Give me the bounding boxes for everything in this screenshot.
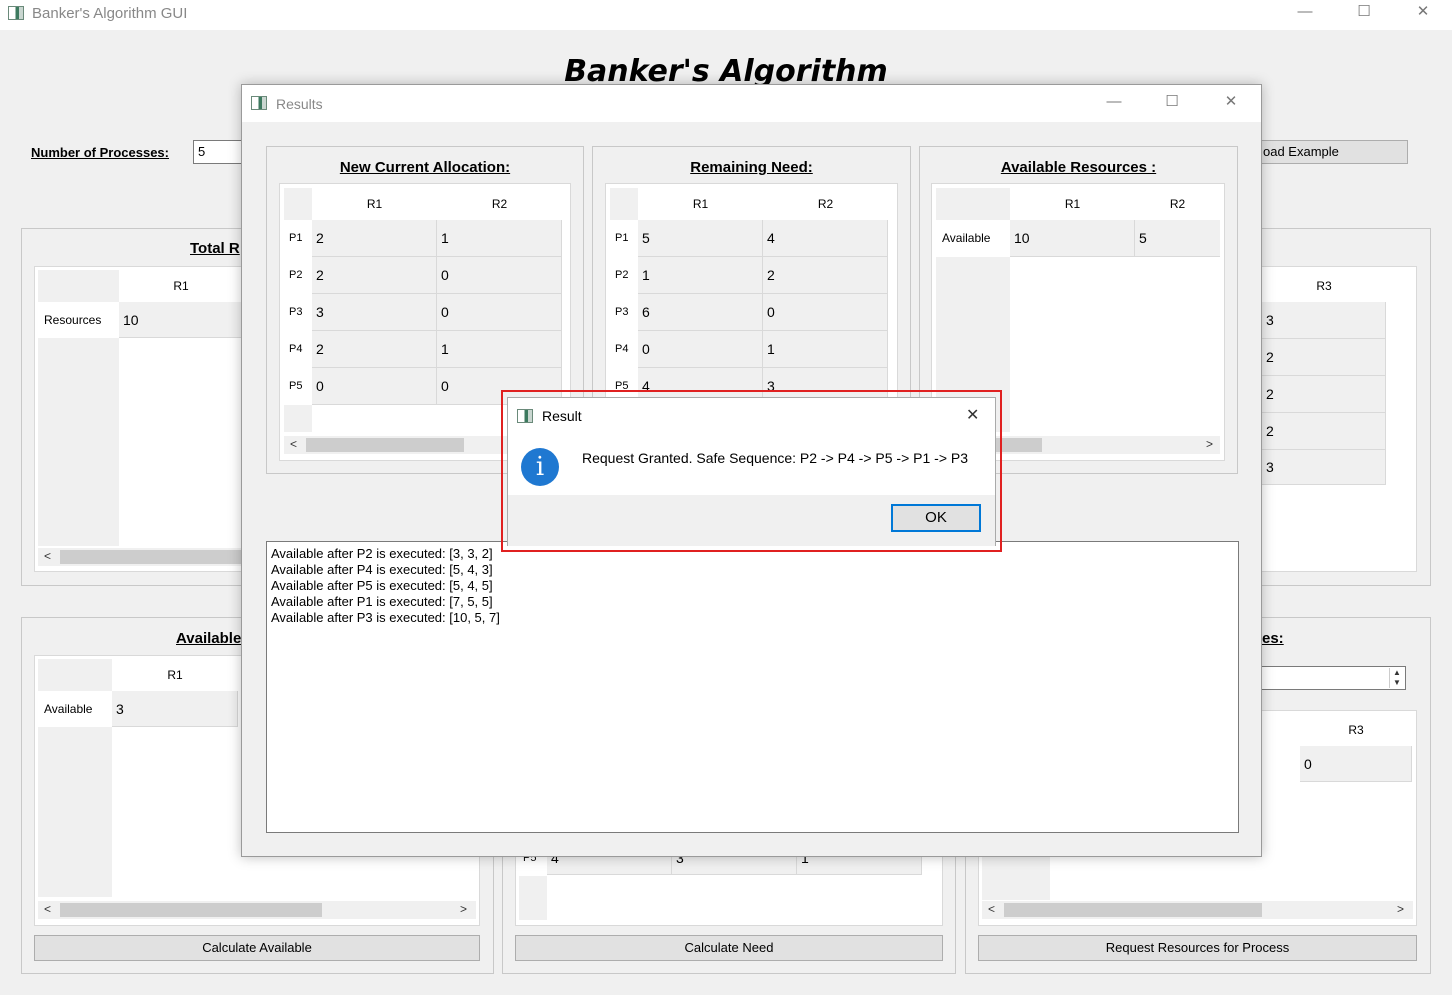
dialog-title: Result [542, 408, 582, 424]
need-row-label: P1 [610, 220, 638, 257]
app-icon [517, 409, 533, 423]
need-col-r1: R1 [638, 188, 763, 220]
available-col-r1: R1 [112, 659, 238, 691]
total-r3-cell[interactable]: 2 [1262, 339, 1386, 376]
avail-row-label: Available [936, 220, 1010, 257]
total-r3-cell[interactable]: 2 [1262, 376, 1386, 413]
alloc-cell[interactable]: 2 [312, 331, 437, 368]
alloc-col-r2: R2 [437, 188, 562, 220]
scroll-thumb[interactable] [1004, 903, 1262, 917]
results-window-title: Results [276, 96, 323, 112]
scroll-thumb[interactable] [996, 438, 1042, 452]
total-col-r3: R3 [1262, 270, 1386, 302]
need-cell[interactable]: 1 [638, 257, 763, 294]
calculate-available-button[interactable]: Calculate Available [34, 935, 480, 961]
execution-log[interactable]: Available after P2 is executed: [3, 3, 2… [266, 541, 1239, 833]
total-r3-cell[interactable]: 2 [1262, 413, 1386, 450]
alloc-cell[interactable]: 1 [437, 220, 562, 257]
request-process-spinbox[interactable] [1258, 666, 1406, 690]
info-icon: i [521, 448, 559, 486]
app-icon [8, 6, 24, 20]
scroll-left-icon[interactable]: < [988, 902, 995, 916]
need-cell[interactable]: 2 [763, 257, 888, 294]
available-title: Available [176, 630, 242, 647]
maximize-icon[interactable]: ☐ [1349, 2, 1379, 20]
total-r3-cell[interactable]: 3 [1262, 450, 1386, 485]
alloc-row-label: P1 [284, 220, 312, 257]
close-icon[interactable]: ✕ [1408, 2, 1438, 20]
need-row-label: P4 [610, 331, 638, 368]
available-r1-cell[interactable]: 3 [112, 691, 238, 727]
need-cell[interactable]: 0 [638, 331, 763, 368]
scroll-thumb[interactable] [306, 438, 464, 452]
scroll-left-icon[interactable]: < [290, 437, 297, 451]
dialog-message: Request Granted. Safe Sequence: P2 -> P4… [582, 450, 969, 466]
need-cell[interactable]: 1 [763, 331, 888, 368]
need-row-label: P2 [610, 257, 638, 294]
alloc-cell[interactable]: 0 [312, 368, 437, 405]
avail-col-r2: R2 [1135, 188, 1220, 220]
dialog-button-bar: OK [508, 495, 995, 546]
need-cell[interactable]: 6 [638, 294, 763, 331]
ok-button[interactable]: OK [891, 504, 981, 532]
alloc-cell[interactable]: 2 [312, 220, 437, 257]
need-cell[interactable]: 4 [763, 220, 888, 257]
scroll-thumb[interactable] [60, 903, 322, 917]
scroll-right-icon[interactable]: > [1206, 437, 1213, 451]
total-col-r1: R1 [119, 270, 243, 302]
total-resources-title: Total R [190, 240, 240, 257]
alloc-cell[interactable]: 0 [437, 257, 562, 294]
alloc-row-label: P4 [284, 331, 312, 368]
window-title: Banker's Algorithm GUI [32, 5, 188, 22]
num-processes-label: Number of Processes: [31, 145, 169, 160]
alloc-cell[interactable]: 0 [437, 294, 562, 331]
total-hscrollbar[interactable]: < [38, 548, 248, 566]
main-title-bar: Banker's Algorithm GUI — ☐ ✕ [0, 0, 1452, 30]
available-row-label: Available [38, 691, 112, 727]
maximize-icon[interactable]: ☐ [1157, 92, 1187, 110]
total-r3-cell[interactable]: 3 [1262, 302, 1386, 339]
scroll-thumb[interactable] [60, 550, 248, 564]
request-resources-button[interactable]: Request Resources for Process [978, 935, 1417, 961]
app-icon [251, 96, 267, 110]
close-icon[interactable]: ✕ [1216, 92, 1246, 110]
load-example-button[interactable]: oad Example [1240, 140, 1408, 164]
request-col-r3: R3 [1300, 714, 1412, 746]
scroll-left-icon[interactable]: < [44, 549, 51, 563]
result-dialog: Result ✕ i Request Granted. Safe Sequenc… [507, 397, 996, 546]
alloc-col-r1: R1 [312, 188, 437, 220]
avail-cell[interactable]: 10 [1010, 220, 1135, 257]
alloc-row-label: P2 [284, 257, 312, 294]
need-result-title: Remaining Need: [690, 159, 813, 176]
close-icon[interactable]: ✕ [966, 405, 979, 425]
total-r1-cell[interactable]: 10 [119, 302, 243, 338]
scroll-right-icon[interactable]: > [460, 902, 467, 916]
avail-col-r1: R1 [1010, 188, 1135, 220]
request-r3-cell[interactable]: 0 [1300, 746, 1412, 782]
allocation-title: New Current Allocation: [339, 159, 511, 176]
results-title-bar: Results — ☐ ✕ [242, 85, 1261, 122]
available-result-title: Available Resources : [1000, 159, 1157, 176]
need-col-r2: R2 [763, 188, 888, 220]
avail-cell[interactable]: 5 [1135, 220, 1220, 257]
alloc-cell[interactable]: 2 [312, 257, 437, 294]
request-title: es: [1262, 630, 1284, 647]
alloc-cell[interactable]: 3 [312, 294, 437, 331]
alloc-row-label: P5 [284, 368, 312, 405]
request-hscrollbar[interactable]: < > [982, 901, 1413, 919]
need-row-label: P3 [610, 294, 638, 331]
scroll-left-icon[interactable]: < [44, 902, 51, 916]
need-cell[interactable]: 5 [638, 220, 763, 257]
calculate-need-button[interactable]: Calculate Need [515, 935, 943, 961]
need-cell[interactable]: 0 [763, 294, 888, 331]
alloc-row-label: P3 [284, 294, 312, 331]
spin-arrows-icon[interactable]: ▲ ▼ [1389, 668, 1404, 688]
total-row-label: Resources [38, 302, 119, 338]
alloc-cell[interactable]: 1 [437, 331, 562, 368]
minimize-icon[interactable]: — [1099, 93, 1129, 110]
scroll-right-icon[interactable]: > [1397, 902, 1404, 916]
available-hscrollbar[interactable]: < > [38, 901, 476, 919]
minimize-icon[interactable]: — [1290, 3, 1320, 20]
